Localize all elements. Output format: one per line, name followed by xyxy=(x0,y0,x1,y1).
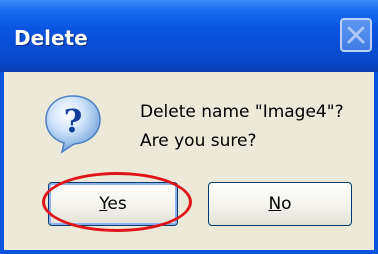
svg-text:?: ? xyxy=(64,102,83,140)
yes-button[interactable]: Yes xyxy=(48,182,178,226)
dialog-window: Delete ? Delete name "Image4"? Are you s… xyxy=(0,0,378,254)
no-button-label-rest: o xyxy=(281,194,292,214)
message-line-2: Are you sure? xyxy=(140,131,257,151)
message-line-1: Delete name "Image4"? xyxy=(140,102,344,122)
question-icon: ? xyxy=(45,95,101,154)
close-icon xyxy=(347,26,365,44)
window-title: Delete xyxy=(14,26,88,50)
no-button[interactable]: No xyxy=(208,182,352,226)
no-button-mnemonic: N xyxy=(268,194,282,214)
close-button[interactable] xyxy=(340,18,372,52)
yes-button-label-rest: es xyxy=(107,194,127,214)
dialog-message: Delete name "Image4"? Are you sure? xyxy=(140,98,344,156)
title-bar[interactable]: Delete xyxy=(0,0,378,72)
